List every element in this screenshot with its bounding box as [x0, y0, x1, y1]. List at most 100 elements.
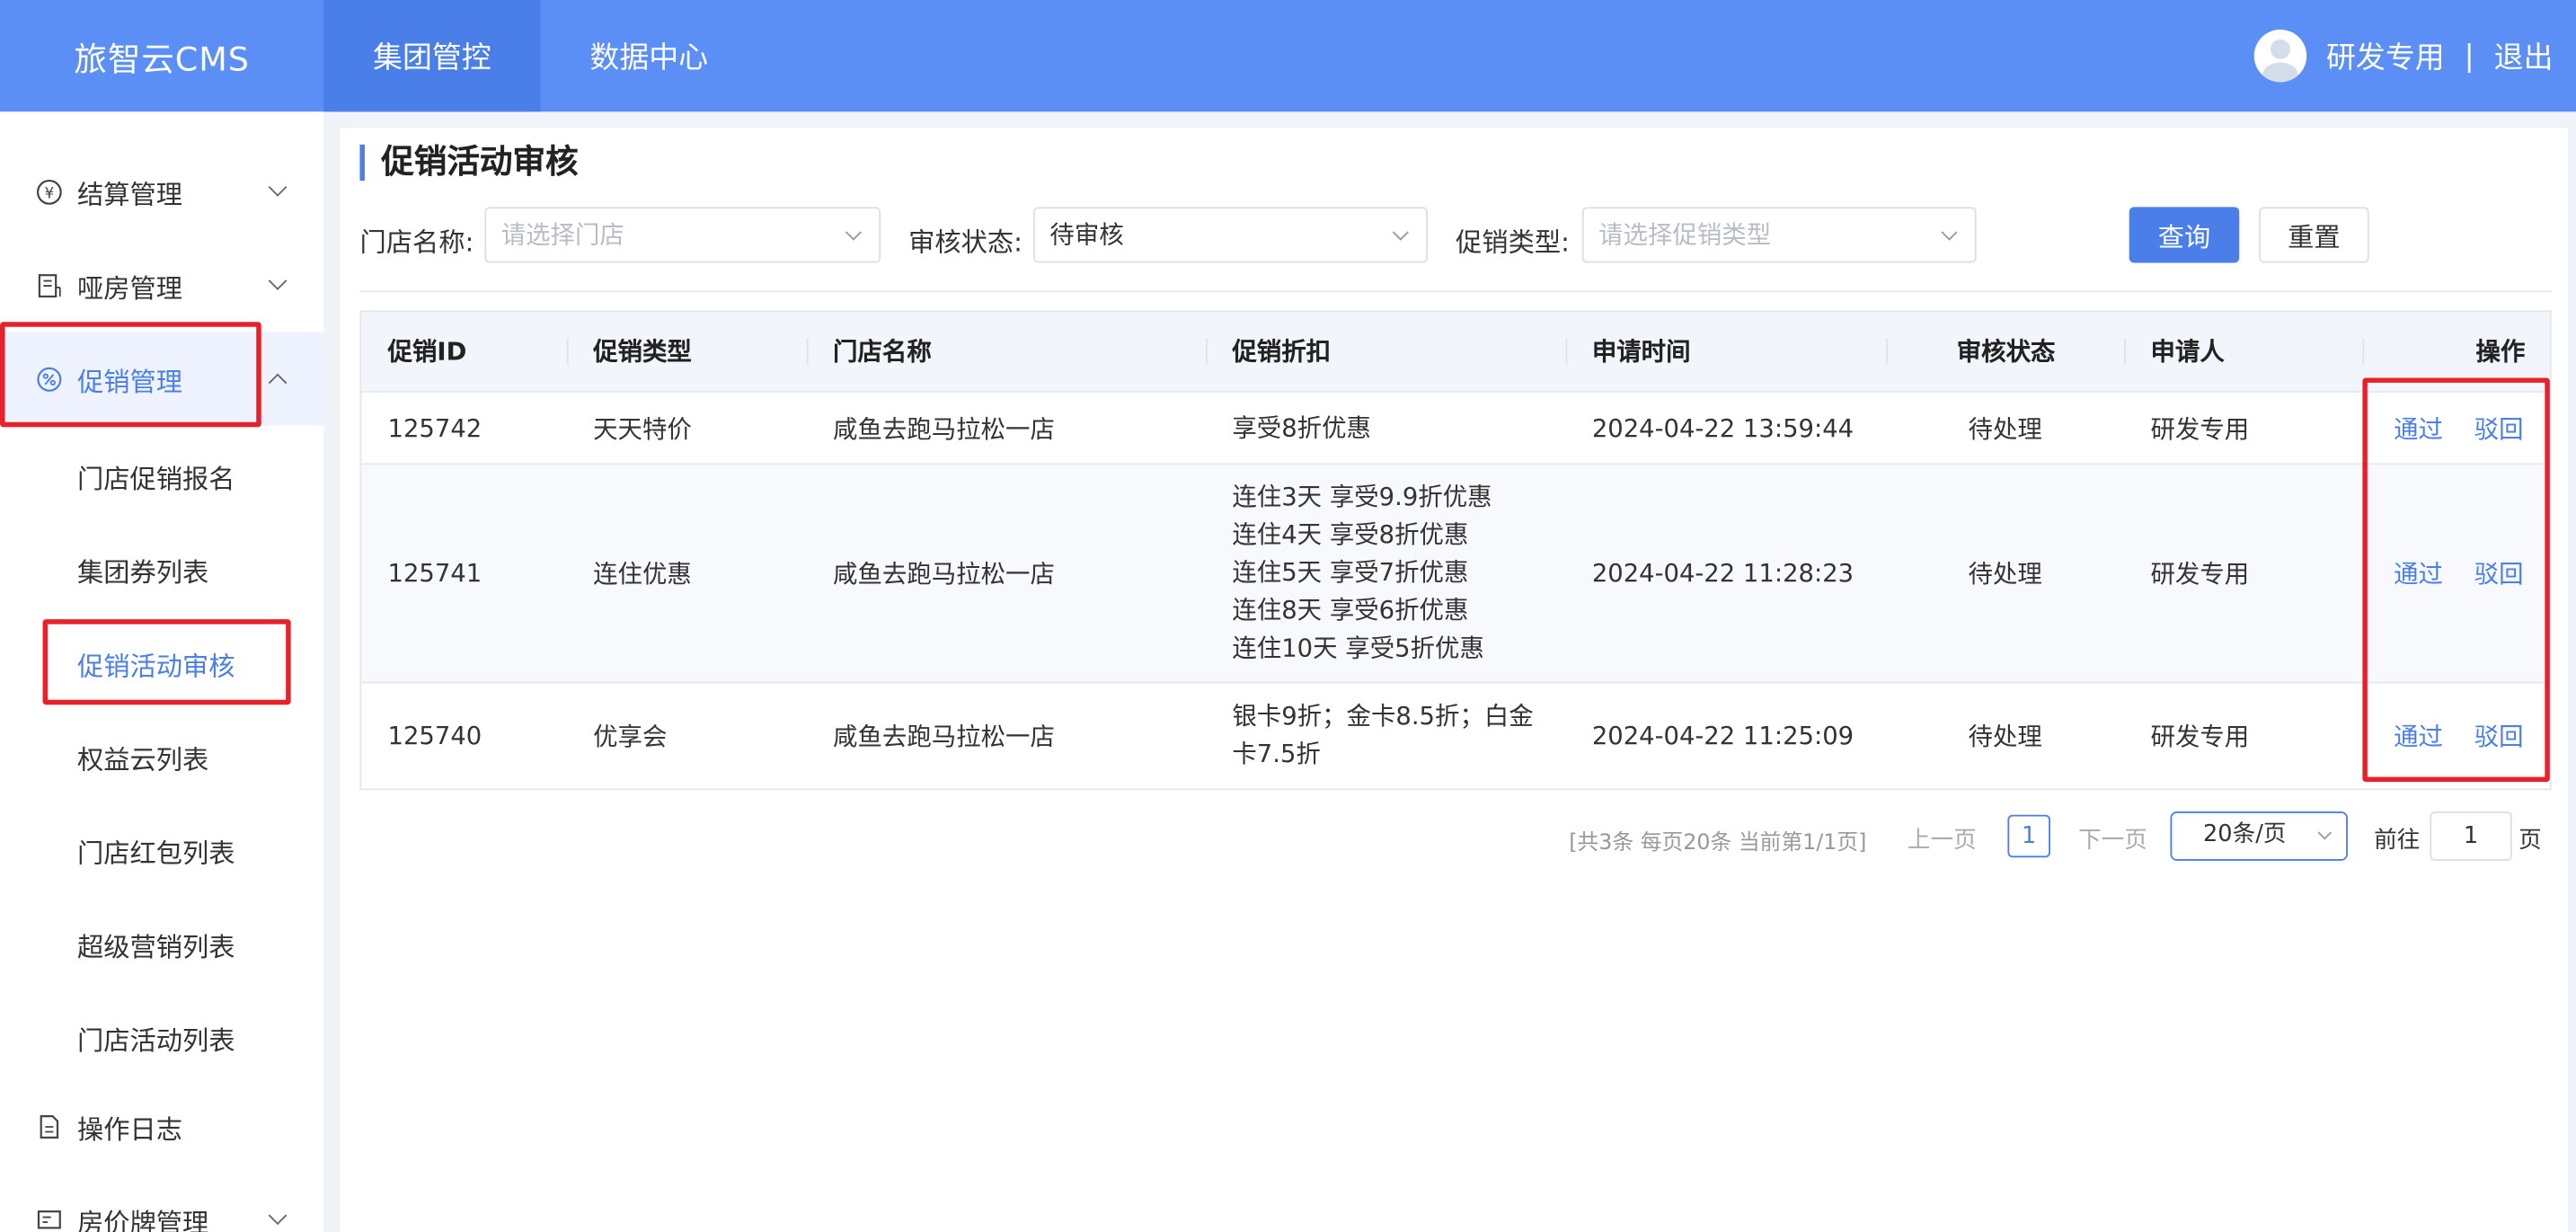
- user-area: 研发专用 | 退出: [2253, 29, 2576, 83]
- cell-status: 待处理: [1968, 559, 2042, 589]
- chevron-down-icon: [2317, 826, 2333, 840]
- col-divider: [1886, 338, 1888, 365]
- filter-bar: 门店名称: 请选择门店 审核状态: 待审核 促销类型: 请选择促销类型 查询 重…: [359, 207, 2551, 266]
- sidebar-item-label: 哑房管理: [76, 271, 182, 304]
- sidebar-item-label: 操作日志: [76, 1112, 182, 1145]
- table-header: 促销ID 促销类型 门店名称 促销折扣 申请时间 审核状态 申请人 操作: [361, 312, 2550, 393]
- sidebar-item-settlement[interactable]: ¥ 结算管理: [0, 145, 323, 238]
- page-suffix: 页: [2518, 828, 2542, 855]
- sidebar: ¥ 结算管理 哑房管理 促销管理 门店促销报名 集团券列表 促销活动审核 权益云…: [0, 111, 324, 1232]
- store-filter-label: 门店名称:: [359, 226, 474, 258]
- cell-applicant: 研发专用: [2150, 722, 2250, 752]
- search-button[interactable]: 查询: [2129, 207, 2240, 263]
- cell-store: 咸鱼去跑马拉松一店: [833, 413, 1055, 444]
- sidebar-item-label: 结算管理: [76, 178, 182, 210]
- cell-type: 优享会: [593, 722, 668, 752]
- prev-page-button[interactable]: 上一页: [1908, 823, 1977, 856]
- brand-logo[interactable]: 旅智云CMS: [0, 32, 323, 80]
- sidebar-item-rate-board[interactable]: 房价牌管理: [0, 1173, 323, 1232]
- topnav-data-center[interactable]: 数据中心: [541, 0, 757, 111]
- next-page-button[interactable]: 下一页: [2078, 823, 2147, 856]
- pagination-summary: [共3条 每页20条 当前第1/1页]: [1569, 830, 1867, 856]
- highlight-box-actions: [2362, 377, 2550, 783]
- topnav-group-control[interactable]: 集团管控: [323, 0, 541, 112]
- type-select[interactable]: 请选择促销类型: [1581, 207, 1977, 263]
- promo-table: 促销ID 促销类型 门店名称 促销折扣 申请时间 审核状态 申请人 操作 125…: [359, 310, 2552, 791]
- store-select-placeholder: 请选择门店: [500, 219, 624, 250]
- top-navbar: 旅智云CMS 集团管控 数据中心 研发专用 | 退出: [0, 0, 2576, 112]
- status-select-value: 待审核: [1049, 219, 1124, 250]
- cell-type: 连住优惠: [593, 559, 692, 589]
- logout-link[interactable]: 退出: [2494, 34, 2554, 77]
- discount-line: 卡7.5折: [1232, 739, 1321, 769]
- col-header-applicant: 申请人: [2150, 336, 2225, 367]
- goto-label: 前往: [2374, 828, 2421, 855]
- sidebar-sub-group-coupons[interactable]: 集团券列表: [77, 550, 208, 589]
- page-size-value: 20条/页: [2203, 821, 2287, 848]
- board-icon: [34, 1205, 64, 1232]
- sidebar-item-operation-log[interactable]: 操作日志: [0, 1079, 323, 1173]
- cell-id: 125741: [387, 558, 482, 589]
- chevron-down-icon: [268, 1206, 288, 1226]
- goto-page-input[interactable]: 1: [2430, 811, 2512, 861]
- divider: [359, 290, 2552, 293]
- cell-time: 2024-04-22 11:28:23: [1591, 558, 1855, 589]
- col-header-status: 审核状态: [1956, 336, 2056, 367]
- discount-line: 连住5天 享受7折优惠: [1232, 557, 1469, 588]
- chevron-down-icon: [845, 224, 862, 241]
- page-title: 促销活动审核: [359, 145, 579, 182]
- chevron-down-icon: [1392, 224, 1409, 241]
- sidebar-sub-store-activities[interactable]: 门店活动列表: [77, 1018, 235, 1058]
- cell-applicant: 研发专用: [2150, 413, 2250, 444]
- page-number-current[interactable]: 1: [2007, 814, 2050, 858]
- page-size-select[interactable]: 20条/页: [2170, 811, 2348, 861]
- highlight-box-promo-review: [42, 619, 291, 705]
- cell-discount: 连住3天 享受9.9折优惠 连住4天 享受8折优惠 连住5天 享受7折优惠 连住…: [1232, 479, 1492, 668]
- col-header-store: 门店名称: [833, 336, 932, 367]
- cell-time: 2024-04-22 13:59:44: [1591, 412, 1855, 443]
- avatar[interactable]: [2253, 29, 2307, 83]
- discount-line: 连住8天 享受6折优惠: [1232, 595, 1469, 625]
- chevron-up-icon: [268, 373, 288, 393]
- cell-status: 待处理: [1968, 413, 2042, 444]
- cell-type: 天天特价: [593, 413, 692, 444]
- status-select[interactable]: 待审核: [1033, 207, 1428, 263]
- cell-status: 待处理: [1968, 722, 2042, 752]
- discount-line: 连住4天 享受8折优惠: [1232, 519, 1469, 550]
- cell-id: 125742: [387, 412, 482, 443]
- col-header-discount: 促销折扣: [1232, 336, 1332, 367]
- discount-line: 连住3天 享受9.9折优惠: [1232, 482, 1492, 512]
- col-divider: [2124, 338, 2127, 365]
- col-divider: [2362, 338, 2365, 365]
- sidebar-sub-store-promo-signup[interactable]: 门店促销报名: [77, 456, 235, 496]
- chevron-down-icon: [1941, 224, 1958, 241]
- table-row: 125741 连住优惠 咸鱼去跑马拉松一店 连住3天 享受9.9折优惠 连住4天…: [361, 465, 2550, 684]
- discount-line: 享受8折优惠: [1232, 412, 1371, 442]
- cell-store: 咸鱼去跑马拉松一店: [833, 559, 1055, 589]
- sidebar-sub-super-marketing[interactable]: 超级营销列表: [77, 925, 235, 964]
- highlight-box-promotion: [0, 322, 261, 428]
- table-row: 125742 天天特价 咸鱼去跑马拉松一店 享受8折优惠 2024-04-22 …: [361, 393, 2550, 465]
- table-row: 125740 优享会 咸鱼去跑马拉松一店 银卡9折；金卡8.5折；白金 卡7.5…: [361, 683, 2550, 788]
- store-select[interactable]: 请选择门店: [484, 207, 881, 263]
- cell-id: 125740: [387, 721, 482, 751]
- sidebar-sub-benefit-cloud[interactable]: 权益云列表: [77, 738, 208, 777]
- pagination: [共3条 每页20条 当前第1/1页] 上一页 1 下一页 20条/页 前往 1…: [340, 811, 2567, 864]
- col-header-id: 促销ID: [387, 336, 467, 367]
- col-divider: [1206, 338, 1208, 365]
- user-name[interactable]: 研发专用: [2326, 34, 2445, 77]
- reset-button[interactable]: 重置: [2259, 207, 2369, 263]
- cell-applicant: 研发专用: [2150, 559, 2250, 589]
- yen-icon: ¥: [34, 177, 64, 207]
- sidebar-item-dummy-room[interactable]: 哑房管理: [0, 238, 323, 332]
- cell-time: 2024-04-22 11:25:09: [1591, 721, 1855, 751]
- cell-discount: 享受8折优惠: [1232, 409, 1371, 447]
- cell-discount: 银卡9折；金卡8.5折；白金 卡7.5折: [1232, 698, 1533, 774]
- type-filter-label: 促销类型:: [1456, 226, 1570, 258]
- col-divider: [566, 338, 569, 365]
- cell-store: 咸鱼去跑马拉松一店: [833, 722, 1055, 752]
- col-header-time: 申请时间: [1591, 336, 1691, 367]
- document-icon: [34, 270, 64, 300]
- sidebar-sub-store-red-packets[interactable]: 门店红包列表: [77, 831, 235, 871]
- chevron-down-icon: [268, 271, 288, 290]
